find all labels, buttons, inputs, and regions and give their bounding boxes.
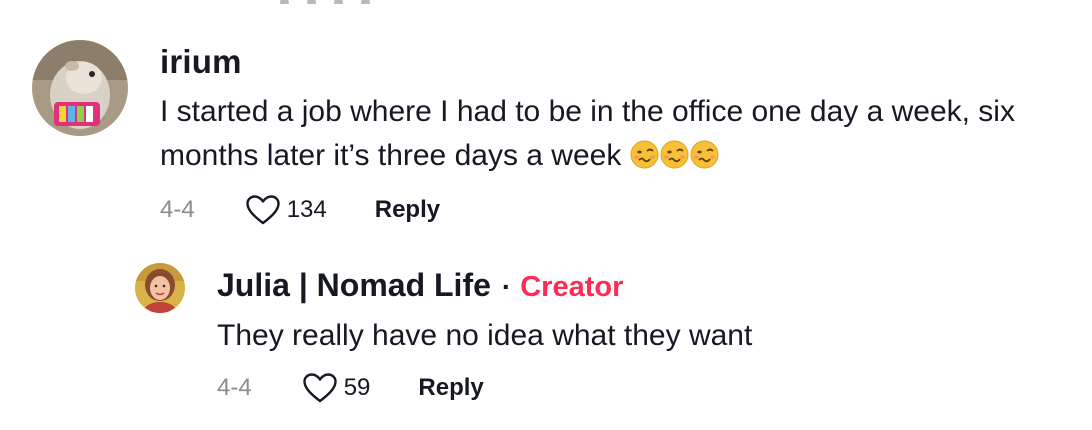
comment-date: 4-4	[160, 196, 195, 223]
like-count: 134	[286, 196, 327, 223]
reply-username[interactable]: Julia | Nomad Life	[217, 267, 491, 304]
comment-text: I started a job where I had to be in the…	[160, 90, 1080, 178]
woozy-face-icon	[630, 140, 659, 169]
comment-meta: 4-4 134 Reply	[160, 194, 440, 226]
reply-meta: 4-4 59 Reply	[217, 372, 484, 404]
avatar[interactable]	[32, 40, 128, 136]
reply-button[interactable]: Reply	[375, 196, 440, 224]
creator-badge: Creator	[520, 271, 624, 303]
woozy-face-icon	[660, 140, 689, 169]
separator-dot: ·	[501, 271, 512, 302]
heart-icon	[245, 195, 280, 225]
comment-body: I started a job where I had to be in the…	[160, 95, 1015, 172]
creator-avatar[interactable]	[135, 263, 185, 313]
reply-header: Julia | Nomad Life · Creator	[217, 267, 623, 304]
comment-username[interactable]: irium	[160, 43, 242, 81]
woozy-face-icon	[690, 140, 719, 169]
heart-icon	[302, 373, 337, 403]
reply-text: They really have no idea what they want	[217, 319, 753, 352]
like-button[interactable]: 134	[245, 194, 327, 226]
like-count: 59	[343, 374, 371, 401]
reply-button[interactable]: Reply	[418, 374, 483, 402]
reply-date: 4-4	[217, 374, 252, 401]
like-button[interactable]: 59	[302, 372, 371, 404]
previous-comment-remnant	[280, 0, 420, 4]
